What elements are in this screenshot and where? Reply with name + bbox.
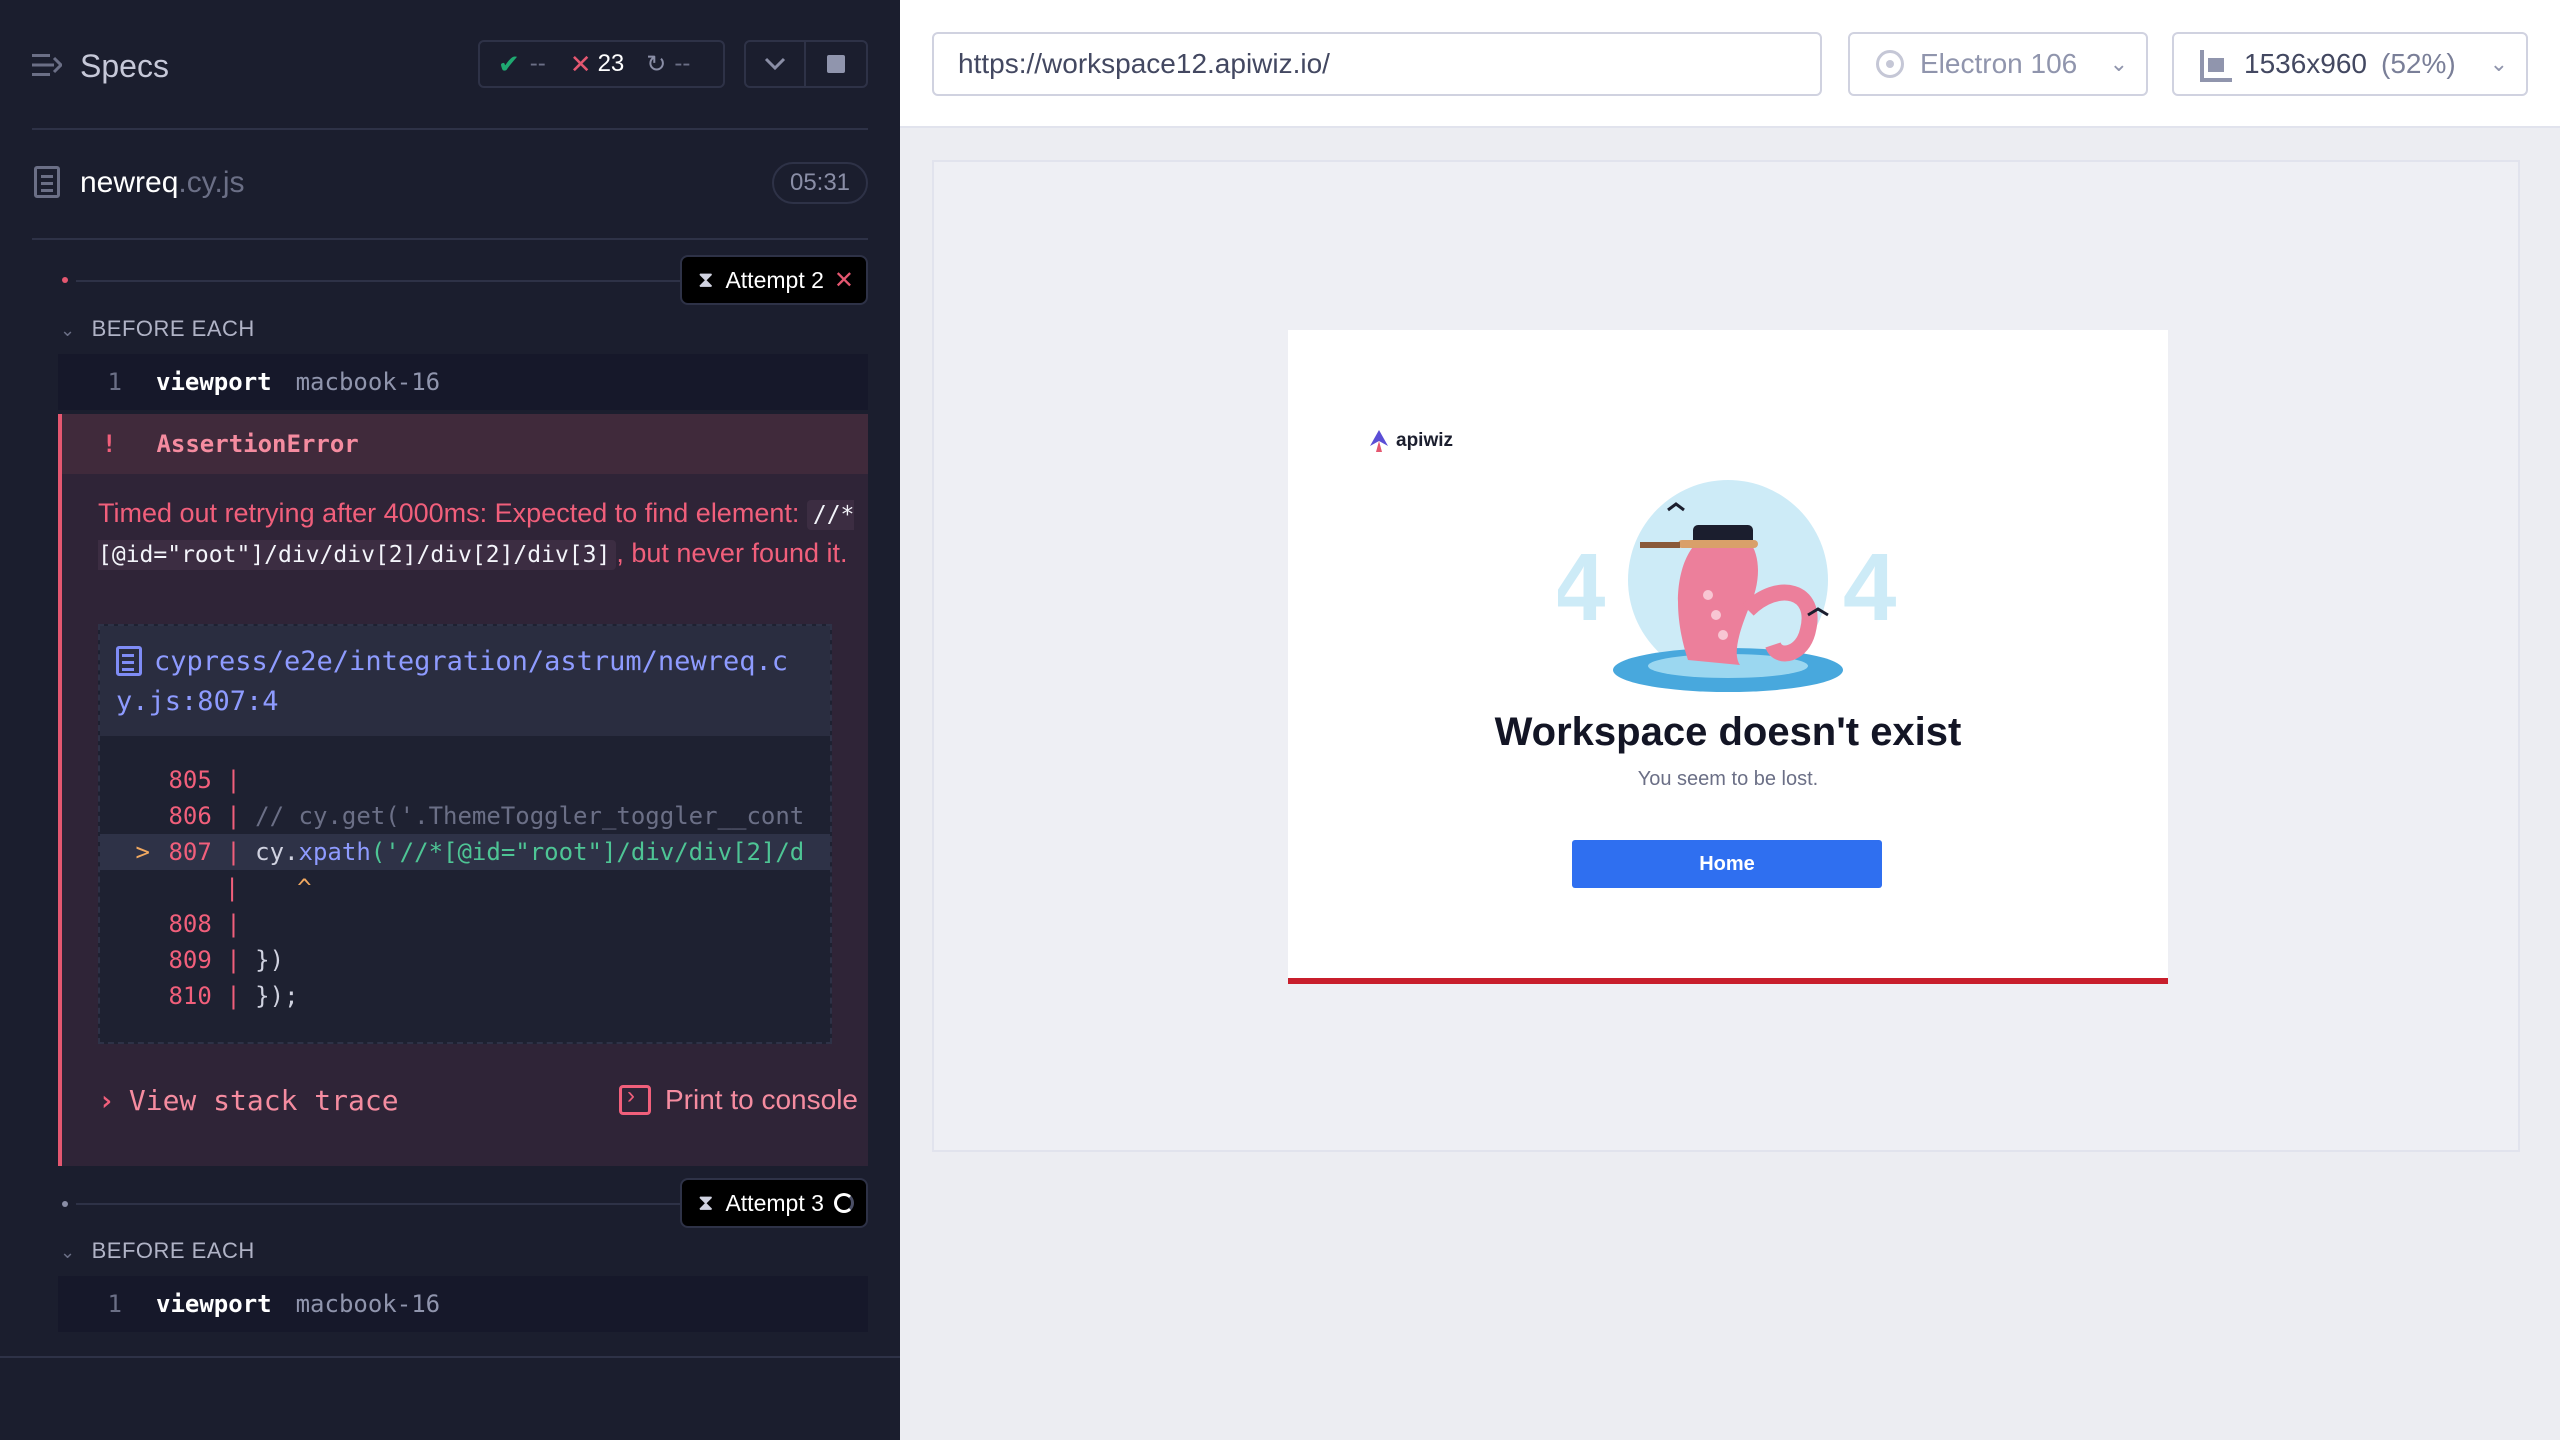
command-name: viewport xyxy=(156,1290,272,1318)
chevron-down-icon: ⌄ xyxy=(60,320,76,340)
command-number: 1 xyxy=(107,368,122,396)
browser-label: Electron 106 xyxy=(1920,48,2078,79)
not-found-card: apiwiz 4 4 Workspace doesn't exist You s… xyxy=(1288,330,2168,984)
specs-list-icon[interactable] xyxy=(32,52,62,78)
specs-label[interactable]: Specs xyxy=(80,48,169,85)
command-arg: macbook-16 xyxy=(295,1290,441,1318)
command-number: 1 xyxy=(107,1290,122,1318)
attempt-label: Attempt 2 xyxy=(725,266,824,293)
document-icon xyxy=(116,646,142,676)
hook-before-each[interactable]: ⌄ BEFORE EACH xyxy=(60,316,255,342)
hook-before-each[interactable]: ⌄ BEFORE EACH xyxy=(60,1238,255,1264)
viewport-icon xyxy=(2200,50,2232,82)
digit-4-left: 4 xyxy=(1558,534,1605,641)
viewport-size: 1536x960 xyxy=(2244,48,2368,79)
passed-count: -- xyxy=(529,50,546,77)
error-icon: ! xyxy=(102,430,117,458)
loading-spinner-icon xyxy=(833,1193,854,1213)
attempt-label: Attempt 3 xyxy=(725,1189,824,1216)
failed-x-icon: ✕ xyxy=(569,48,592,79)
reporter-panel: Specs ✔ -- ✕ 23 ↻ -- newreq.cy.js 05:31 … xyxy=(0,0,900,1440)
attempt-divider xyxy=(76,1203,680,1205)
page-title: Workspace doesn't exist xyxy=(1494,710,1962,754)
stop-button[interactable] xyxy=(804,40,868,88)
error-panel: ! AssertionError Timed out retrying afte… xyxy=(58,414,868,1166)
hook-label: BEFORE EACH xyxy=(91,316,255,341)
aut-header: https://workspace12.apiwiz.io/ Electron … xyxy=(900,0,2560,128)
command-row[interactable]: 1 viewport macbook-16 xyxy=(58,354,868,410)
chevron-right-icon: › xyxy=(98,1084,115,1117)
browser-icon xyxy=(1876,50,1904,78)
viewport-selector[interactable]: 1536x960 (52%) ⌄ xyxy=(2172,32,2528,96)
error-header: ! AssertionError xyxy=(62,414,868,474)
digit-4-right: 4 xyxy=(1843,534,1896,641)
error-name: AssertionError xyxy=(156,430,359,458)
error-message: Timed out retrying after 4000ms: Expecte… xyxy=(98,494,858,574)
home-button[interactable]: Home xyxy=(1572,840,1882,888)
expand-collapse-button[interactable] xyxy=(744,40,806,88)
spec-file-row[interactable]: newreq.cy.js 05:31 xyxy=(0,150,900,240)
chevron-down-icon xyxy=(764,57,786,71)
passed-check-icon: ✔ xyxy=(498,48,520,79)
code-line: | ^ xyxy=(224,874,312,902)
view-stack-trace-button[interactable]: › View stack trace xyxy=(98,1084,399,1117)
code-line: 805 | xyxy=(168,766,241,794)
command-arg: macbook-16 xyxy=(295,368,441,396)
code-line: 810 | }); xyxy=(168,982,299,1010)
hook-label: BEFORE EACH xyxy=(91,1238,255,1263)
browser-selector[interactable]: Electron 106 ⌄ xyxy=(1848,32,2148,96)
hourglass-icon: ⧗ xyxy=(698,1190,714,1215)
divider xyxy=(32,238,868,240)
pending-count: -- xyxy=(674,50,691,77)
brand-name: apiwiz xyxy=(1396,430,1454,451)
failed-x-icon: ✕ xyxy=(833,266,854,294)
code-frame-lines: 805 | 806 | // cy.get('.ThemeToggler_tog… xyxy=(100,754,830,1034)
attempt-tag[interactable]: ⧗ Attempt 2 ✕ xyxy=(680,255,868,305)
attempt-tag[interactable]: ⧗ Attempt 3 xyxy=(680,1178,868,1228)
print-to-console-label: Print to console xyxy=(665,1084,858,1115)
octopus-404-illustration: 4 4 xyxy=(1558,480,1896,692)
attempt-status-dot xyxy=(62,1201,68,1207)
error-footer: › View stack trace Print to console xyxy=(98,1078,858,1128)
test-stats: ✔ -- ✕ 23 ↻ -- xyxy=(478,40,725,88)
attempt-status-dot xyxy=(62,277,68,283)
document-icon xyxy=(34,166,60,198)
code-frame-file-link[interactable]: cypress/e2e/integration/astrum/newreq.cy… xyxy=(116,646,788,717)
failed-count: 23 xyxy=(597,50,625,77)
chevron-down-icon: ⌄ xyxy=(2109,51,2128,76)
spec-file-name: newreq.cy.js xyxy=(80,166,245,199)
error-message-text: , but never found it. xyxy=(616,538,848,568)
divider xyxy=(0,1356,900,1358)
code-frame-header[interactable]: cypress/e2e/integration/astrum/newreq.cy… xyxy=(100,626,830,736)
brand-logo: apiwiz xyxy=(1370,430,1453,452)
view-stack-trace-label: View stack trace xyxy=(128,1084,399,1117)
divider xyxy=(32,128,868,130)
page-subtitle: You seem to be lost. xyxy=(1637,768,1819,790)
chevron-down-icon: ⌄ xyxy=(2489,51,2508,76)
command-name: viewport xyxy=(156,368,272,396)
error-message-text: Timed out retrying after 4000ms: Expecte… xyxy=(98,498,807,528)
stop-icon xyxy=(827,55,845,73)
terminal-icon xyxy=(619,1082,651,1115)
code-line: 806 | // cy.get('.ThemeToggler_toggler__… xyxy=(168,802,805,830)
code-frame: cypress/e2e/integration/astrum/newreq.cy… xyxy=(98,624,832,1044)
pending-circle-icon: ↻ xyxy=(646,50,667,78)
app-preview: apiwiz 4 4 Workspace doesn't exist You s… xyxy=(932,160,2520,1152)
code-line-highlighted: > 807 | cy.xpath('//*[@id="root"]/div/di… xyxy=(100,834,830,870)
reporter-header: Specs ✔ -- ✕ 23 ↻ -- xyxy=(0,0,900,130)
code-line: 808 | xyxy=(168,910,241,938)
url-field[interactable]: https://workspace12.apiwiz.io/ xyxy=(932,32,1822,96)
spec-duration: 05:31 xyxy=(772,162,868,204)
attempt-divider xyxy=(76,280,680,282)
code-line: 809 | }) xyxy=(168,946,285,974)
print-to-console-button[interactable]: Print to console xyxy=(619,1082,858,1116)
hourglass-icon: ⧗ xyxy=(698,267,714,292)
apiwiz-logo-icon xyxy=(1370,430,1388,452)
command-row[interactable]: 1 viewport macbook-16 xyxy=(58,1276,868,1332)
viewport-scale: (52%) xyxy=(2381,48,2456,79)
chevron-down-icon: ⌄ xyxy=(60,1242,76,1262)
